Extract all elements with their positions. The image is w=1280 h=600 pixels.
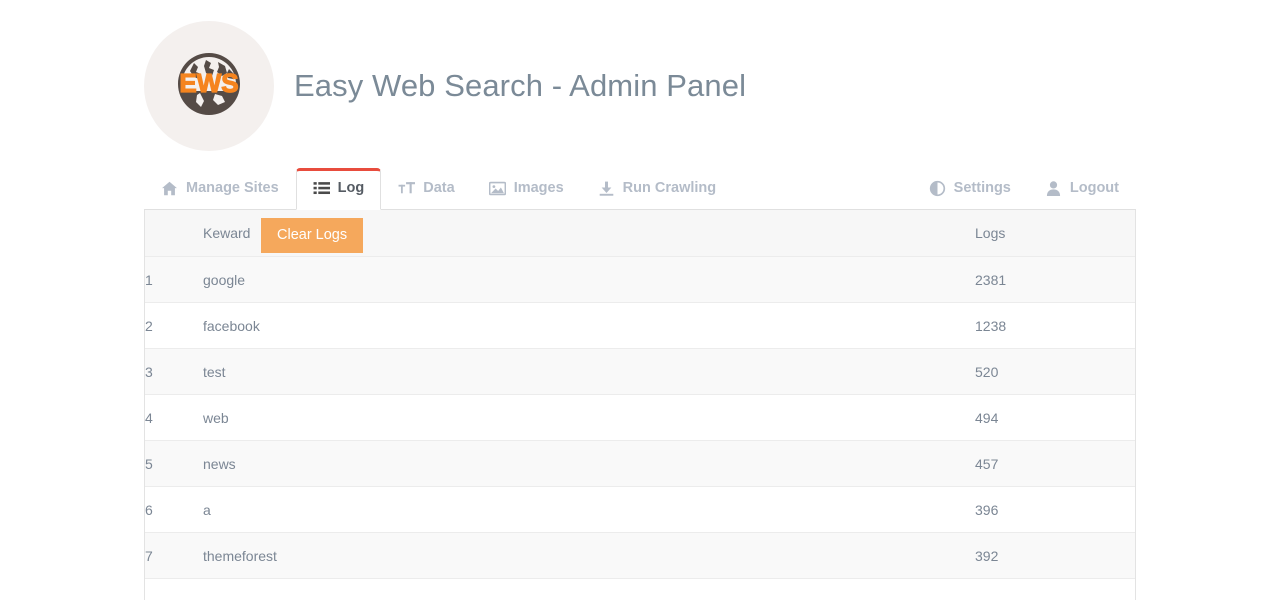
- row-keyword-text: web: [203, 409, 229, 426]
- table-row[interactable]: 7 themeforest 392: [145, 532, 1135, 579]
- tab-manage-sites[interactable]: Manage Sites: [144, 168, 296, 209]
- row-logs: 2381: [975, 256, 1135, 303]
- tab-label: Data: [423, 180, 455, 197]
- table-row[interactable]: 1 google 2381: [145, 256, 1135, 303]
- tab-label: Logout: [1069, 180, 1119, 197]
- tab-run-crawling[interactable]: Run Crawling: [581, 168, 733, 209]
- clear-logs-button[interactable]: Clear Logs: [261, 218, 364, 253]
- table-row[interactable]: 5 news 457: [145, 440, 1135, 487]
- row-keyword: google: [203, 256, 975, 303]
- row-index: 1: [145, 256, 203, 303]
- page-header: EWS Easy Web Search - Admin Panel: [144, 16, 1136, 156]
- tab-images[interactable]: Images: [472, 168, 581, 209]
- log-table-panel: Keward Clear Logs Logs 1 google 2381 2 f…: [144, 210, 1136, 600]
- tab-logout[interactable]: Logout: [1028, 168, 1136, 209]
- tab-settings[interactable]: Settings: [912, 168, 1028, 209]
- row-logs: 494: [975, 394, 1135, 441]
- row-keyword: a: [203, 486, 975, 533]
- row-keyword-text: a: [203, 501, 211, 518]
- header-logs: Logs: [975, 210, 1135, 257]
- row-index: 3: [145, 348, 203, 395]
- tab-label: Run Crawling: [622, 180, 717, 197]
- text-height-icon: [398, 180, 416, 197]
- tab-label: Settings: [953, 180, 1011, 197]
- admin-panel-page: EWS Easy Web Search - Admin Panel Manage…: [0, 0, 1280, 600]
- row-logs: 520: [975, 348, 1135, 395]
- row-logs: 457: [975, 440, 1135, 487]
- tab-log[interactable]: Log: [295, 168, 382, 210]
- row-index: 7: [145, 532, 203, 579]
- row-index: 6: [145, 486, 203, 533]
- list-icon: [313, 180, 330, 197]
- row-keyword-text: facebook: [203, 317, 260, 334]
- download-icon: [598, 180, 615, 197]
- row-keyword: web: [203, 394, 975, 441]
- log-table: Keward Clear Logs Logs 1 google 2381 2 f…: [145, 210, 1135, 579]
- row-index: 4: [145, 394, 203, 441]
- row-keyword-text: themeforest: [203, 547, 277, 564]
- image-icon: [488, 180, 506, 197]
- logo: EWS: [144, 21, 274, 151]
- table-body: 1 google 2381 2 facebook 1238 3 test 520…: [145, 256, 1135, 579]
- row-keyword: themeforest: [203, 532, 975, 579]
- row-keyword: test: [203, 348, 975, 395]
- tab-label: Log: [337, 180, 365, 197]
- header-keyword-label: Keward: [203, 225, 251, 241]
- svg-text:EWS: EWS: [179, 68, 238, 98]
- adjust-icon: [929, 180, 946, 197]
- row-index: 5: [145, 440, 203, 487]
- row-keyword: facebook: [203, 302, 975, 349]
- header-index: [145, 210, 203, 257]
- row-keyword: news: [203, 440, 975, 487]
- nav-left-group: Manage Sites Log Data Images Run Crawlin…: [144, 168, 733, 210]
- row-keyword-text: test: [203, 363, 226, 380]
- tab-label: Manage Sites: [186, 180, 279, 197]
- row-keyword-text: google: [203, 271, 246, 288]
- row-index: 2: [145, 302, 203, 349]
- home-icon: [161, 180, 178, 197]
- user-icon: [1045, 180, 1062, 197]
- row-logs: 1238: [975, 302, 1135, 349]
- row-keyword-text: news: [203, 455, 236, 472]
- row-logs: 396: [975, 486, 1135, 533]
- table-row[interactable]: 3 test 520: [145, 348, 1135, 395]
- nav-right-group: Settings Logout: [912, 168, 1136, 209]
- tab-label: Images: [513, 180, 564, 197]
- table-row[interactable]: 4 web 494: [145, 394, 1135, 441]
- main-navigation: Manage Sites Log Data Images Run Crawlin…: [144, 163, 1136, 210]
- page-title: Easy Web Search - Admin Panel: [294, 68, 747, 103]
- table-header-row: Keward Clear Logs Logs: [145, 210, 1135, 257]
- table-head: Keward Clear Logs Logs: [145, 210, 1135, 257]
- table-row[interactable]: 6 a 396: [145, 486, 1135, 533]
- tab-data[interactable]: Data: [381, 168, 471, 209]
- globe-icon: EWS: [170, 47, 248, 125]
- row-logs: 392: [975, 532, 1135, 579]
- table-row[interactable]: 2 facebook 1238: [145, 302, 1135, 349]
- header-keyword: Keward Clear Logs: [203, 210, 975, 257]
